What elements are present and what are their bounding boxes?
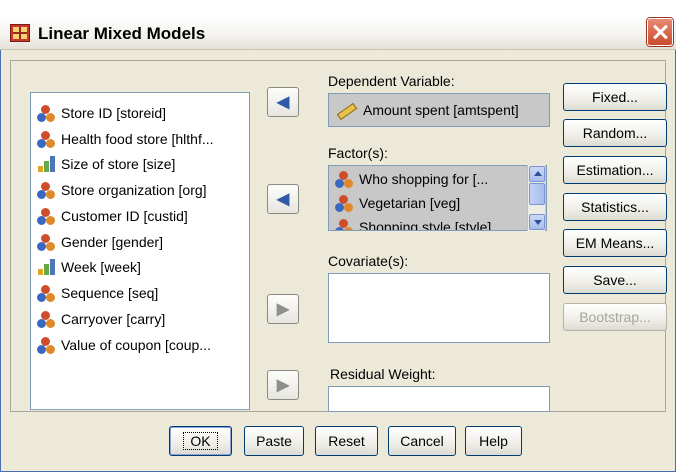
residual-weight-label: Residual Weight: xyxy=(330,366,436,382)
estimation-button[interactable]: Estimation... xyxy=(563,156,667,184)
list-item[interactable]: Store organization [org] xyxy=(37,179,247,201)
list-item[interactable]: Week [week] xyxy=(37,256,247,278)
move-to-dependent-button[interactable]: ◀ xyxy=(267,87,299,117)
nominal-icon xyxy=(37,233,55,251)
nominal-icon xyxy=(37,336,55,354)
scroll-thumb[interactable] xyxy=(529,183,545,205)
scroll-down-icon[interactable] xyxy=(529,214,545,230)
scale-pencil-icon xyxy=(335,101,355,119)
list-item[interactable]: Carryover [carry] xyxy=(37,308,247,330)
move-to-residual-weight-button[interactable]: ▶ xyxy=(267,370,299,400)
help-button[interactable]: Help xyxy=(465,426,522,456)
arrow-left-icon: ◀ xyxy=(276,191,290,208)
factor-label: Who shopping for [... xyxy=(359,171,489,187)
covariates-list[interactable] xyxy=(328,273,550,343)
scale-icon xyxy=(37,258,55,276)
nominal-icon xyxy=(37,130,55,148)
list-item[interactable]: Vegetarian [veg] xyxy=(335,192,525,214)
move-to-covariates-button[interactable]: ▶ xyxy=(267,294,299,324)
cancel-button[interactable]: Cancel xyxy=(388,426,456,456)
factors-list[interactable]: Who shopping for [... Vegetarian [veg] S… xyxy=(328,165,547,231)
arrow-left-icon: ◀ xyxy=(276,94,290,111)
list-item[interactable]: Sequence [seq] xyxy=(37,282,247,304)
factor-label: Shopping style [style] xyxy=(359,219,492,231)
dependent-variable-value: Amount spent [amtspent] xyxy=(363,102,519,118)
arrow-right-icon: ▶ xyxy=(276,377,290,394)
ok-button[interactable]: OK xyxy=(169,426,232,456)
variable-label: Health food store [hlthf... xyxy=(61,131,214,147)
reset-button[interactable]: Reset xyxy=(315,426,378,456)
fixed-button[interactable]: Fixed... xyxy=(563,83,667,111)
nominal-icon xyxy=(37,284,55,302)
scroll-up-icon[interactable] xyxy=(529,166,545,182)
variable-label: Store organization [org] xyxy=(61,182,207,198)
variable-label: Gender [gender] xyxy=(61,234,163,250)
list-item[interactable]: Shopping style [style] xyxy=(335,216,525,231)
nominal-icon xyxy=(335,194,353,212)
factors-scrollbar[interactable] xyxy=(527,165,545,231)
list-item[interactable]: Who shopping for [... xyxy=(335,168,525,190)
list-item[interactable]: Health food store [hlthf... xyxy=(37,128,247,150)
nominal-icon xyxy=(335,218,353,230)
move-to-factors-button[interactable]: ◀ xyxy=(267,184,299,214)
list-item[interactable]: Store ID [storeid] xyxy=(37,102,247,124)
variable-label: Value of coupon [coup... xyxy=(61,337,211,353)
paste-button[interactable]: Paste xyxy=(244,426,304,456)
save-button[interactable]: Save... xyxy=(563,266,667,294)
variable-label: Sequence [seq] xyxy=(61,285,159,301)
nominal-icon xyxy=(37,104,55,122)
dependent-variable-field[interactable]: Amount spent [amtspent] xyxy=(328,93,550,127)
ok-button-label: OK xyxy=(183,432,218,450)
variable-label: Week [week] xyxy=(61,259,141,275)
scale-icon xyxy=(37,155,55,173)
window-title: Linear Mixed Models xyxy=(38,24,206,43)
statistics-button[interactable]: Statistics... xyxy=(563,193,667,221)
nominal-icon xyxy=(37,207,55,225)
variable-list[interactable]: Store ID [storeid] Health food store [hl… xyxy=(30,92,250,410)
dependent-variable-label: Dependent Variable: xyxy=(328,73,455,89)
nominal-icon xyxy=(37,181,55,199)
variable-label: Size of store [size] xyxy=(61,156,176,172)
random-button[interactable]: Random... xyxy=(563,119,667,147)
dependent-variable-item[interactable]: Amount spent [amtspent] xyxy=(335,100,519,120)
list-item[interactable]: Value of coupon [coup... xyxy=(37,334,247,356)
factor-label: Vegetarian [veg] xyxy=(359,195,461,211)
list-item[interactable]: Customer ID [custid] xyxy=(37,205,247,227)
variable-label: Store ID [storeid] xyxy=(61,105,167,121)
em-means-button[interactable]: EM Means... xyxy=(563,229,667,257)
factors-label: Factor(s): xyxy=(328,145,388,161)
variable-label: Customer ID [custid] xyxy=(61,208,188,224)
nominal-icon xyxy=(335,170,353,188)
covariates-label: Covariate(s): xyxy=(328,253,409,269)
bootstrap-button: Bootstrap... xyxy=(563,303,667,331)
close-button[interactable] xyxy=(647,18,673,46)
nominal-icon xyxy=(37,310,55,328)
residual-weight-field[interactable] xyxy=(328,386,550,412)
variable-label: Carryover [carry] xyxy=(61,311,166,327)
spss-app-icon xyxy=(10,24,30,42)
arrow-right-icon: ▶ xyxy=(276,301,290,318)
list-item[interactable]: Gender [gender] xyxy=(37,231,247,253)
list-item[interactable]: Size of store [size] xyxy=(37,153,247,175)
